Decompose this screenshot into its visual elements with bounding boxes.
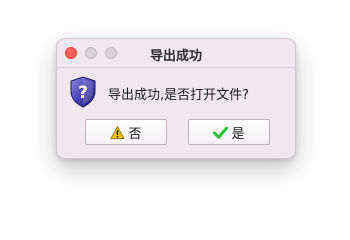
export-success-dialog: 导出成功 ? 导出成功,是否打开文件? 否 是 — [56, 38, 296, 159]
yes-button-label: 是 — [231, 126, 245, 142]
dialog-title: 导出成功 — [149, 49, 202, 64]
no-button[interactable]: 否 — [85, 119, 167, 145]
yes-button[interactable]: 是 — [188, 119, 270, 145]
question-shield-icon: ? — [70, 76, 96, 108]
dialog-message: 导出成功,是否打开文件? — [108, 88, 250, 103]
desktop-background: 导出成功 ? 导出成功,是否打开文件? 否 是 — [0, 0, 350, 232]
checkmark-icon — [213, 126, 229, 139]
warning-icon — [111, 125, 125, 139]
dialog-titlebar: 导出成功 — [57, 39, 295, 68]
no-button-label: 否 — [128, 126, 142, 142]
svg-text:?: ? — [78, 83, 88, 103]
